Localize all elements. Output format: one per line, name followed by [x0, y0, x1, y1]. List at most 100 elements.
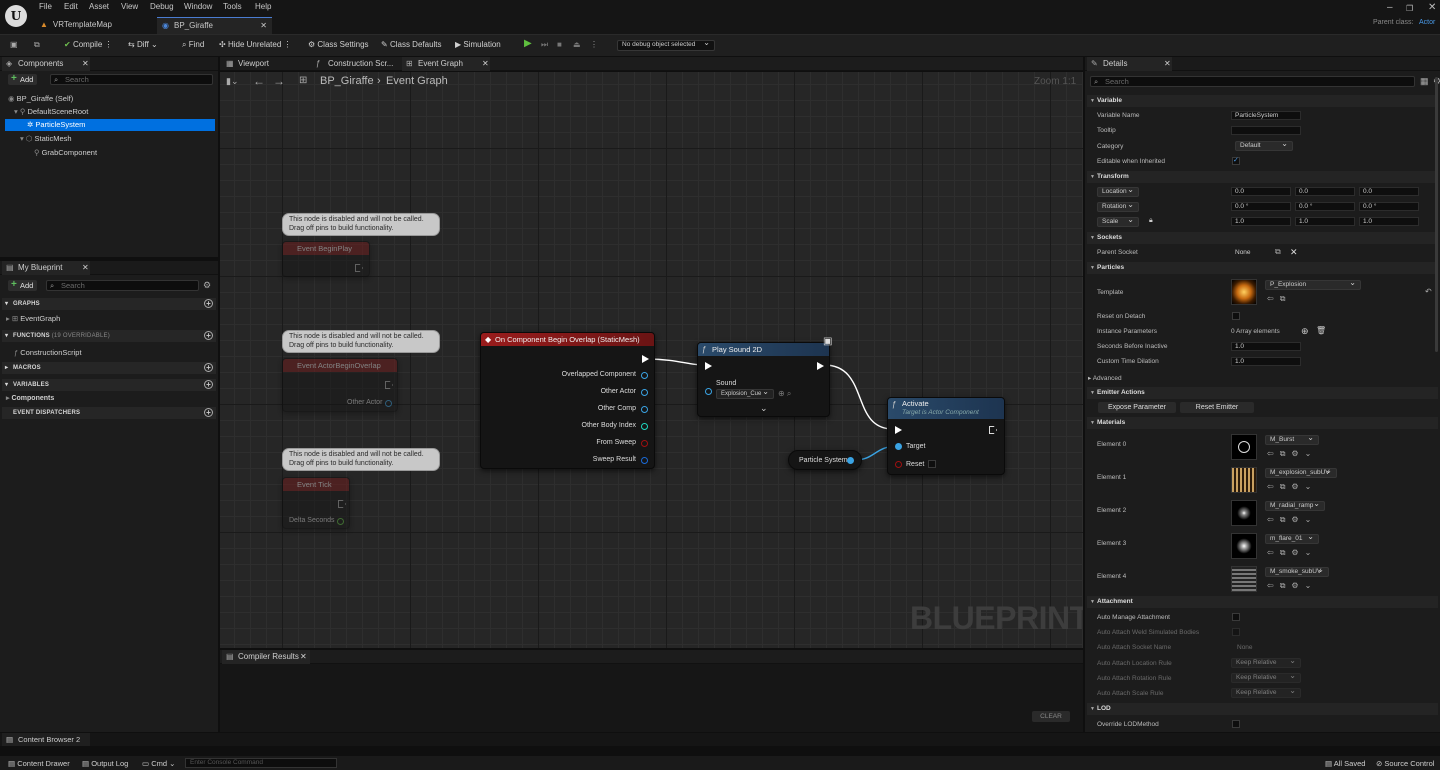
exec-out-pin[interactable]: [989, 426, 997, 434]
close-icon[interactable]: ✕: [82, 261, 89, 275]
tab-content-browser[interactable]: ▤ Content Browser 2: [2, 733, 90, 746]
section-event-dispatchers[interactable]: EVENT DISPATCHERS +: [2, 407, 216, 419]
more-icon[interactable]: ⋮: [590, 40, 598, 49]
my-blueprint-search-input[interactable]: ⌕ Search: [46, 280, 199, 291]
browse-icon[interactable]: ⊕ ⌕: [778, 389, 791, 399]
event-actor-begin-overlap-node[interactable]: Event ActorBeginOverlap Other Actor: [282, 358, 398, 412]
tab-bp-giraffe[interactable]: ◉ BP_Giraffe ✕: [157, 17, 272, 34]
exec-in-pin[interactable]: [895, 426, 902, 434]
menu-view[interactable]: View: [121, 2, 138, 11]
eject-icon[interactable]: ⏏: [573, 40, 581, 49]
find-button[interactable]: ⌕ Find: [182, 40, 204, 50]
asset-actions-icon[interactable]: ⇦⧉⚙⌄: [1267, 581, 1317, 591]
section-functions[interactable]: ▾ FUNCTIONS (19 OVERRIDABLE) +: [2, 330, 216, 342]
asset-actions-icon[interactable]: ⇦⧉⚙⌄: [1267, 548, 1317, 558]
int-pin[interactable]: [641, 423, 648, 430]
location-z[interactable]: 0.0: [1359, 187, 1419, 196]
exec-in-pin[interactable]: [705, 362, 712, 370]
template-select[interactable]: P_Explosion: [1265, 279, 1361, 290]
section-materials[interactable]: Materials: [1087, 417, 1438, 429]
custom-time-dilation-field[interactable]: 1.0: [1231, 357, 1301, 366]
bool-pin[interactable]: [895, 461, 902, 468]
tab-components[interactable]: ◈ Components ✕: [2, 57, 90, 71]
struct-pin[interactable]: [641, 457, 648, 464]
close-window-icon[interactable]: ✕: [1428, 2, 1436, 13]
material-thumbnail[interactable]: [1231, 434, 1257, 460]
menu-tools[interactable]: Tools: [223, 2, 242, 11]
close-icon[interactable]: ✕: [260, 18, 267, 33]
object-pin[interactable]: [641, 372, 648, 379]
section-sockets[interactable]: Sockets: [1087, 232, 1438, 244]
section-macros[interactable]: ▸ MACROS +: [2, 362, 216, 374]
asset-actions-icon[interactable]: ⇦⧉⚙⌄: [1267, 515, 1317, 525]
lock-icon[interactable]: 🔒︎: [1149, 217, 1153, 225]
location-x[interactable]: 0.0: [1231, 187, 1291, 196]
socket-browse-icon[interactable]: ⧉: [1275, 247, 1281, 257]
material-select[interactable]: M_Burst: [1265, 434, 1319, 445]
material-thumbnail[interactable]: [1231, 566, 1257, 592]
details-scrollbar[interactable]: [1435, 77, 1438, 352]
scale-z[interactable]: 1.0: [1359, 217, 1419, 226]
auto-attach-rotation-select[interactable]: Keep Relative: [1231, 672, 1301, 683]
auto-attach-scale-select[interactable]: Keep Relative: [1231, 687, 1301, 698]
section-lod[interactable]: LOD: [1087, 703, 1438, 715]
menu-asset[interactable]: Asset: [89, 2, 109, 11]
comment-bubble-icon[interactable]: ▣: [823, 336, 832, 347]
add-element-icon[interactable]: ⊕: [1301, 326, 1309, 337]
section-attachment[interactable]: Attachment: [1087, 596, 1438, 608]
reset-emitter-button[interactable]: Reset Emitter: [1180, 402, 1254, 413]
tree-item-particle-system[interactable]: ✲ ParticleSystem: [5, 119, 215, 131]
material-select[interactable]: m_flare_01: [1265, 533, 1319, 544]
location-select[interactable]: Location: [1097, 186, 1139, 197]
disabled-comment[interactable]: This node is disabled and will not be ca…: [282, 330, 440, 353]
seconds-before-inactive-field[interactable]: 1.0: [1231, 342, 1301, 351]
disabled-comment[interactable]: This node is disabled and will not be ca…: [282, 213, 440, 236]
tree-item-default-scene-root[interactable]: ▾ ⚲ DefaultSceneRoot: [14, 106, 88, 118]
reset-on-detach-checkbox[interactable]: [1232, 312, 1240, 320]
editable-checkbox[interactable]: ✓: [1232, 157, 1240, 165]
tab-my-blueprint[interactable]: ▤ My Blueprint ✕: [2, 261, 90, 275]
object-pin[interactable]: [385, 400, 392, 407]
details-search-input[interactable]: ⌕ Search: [1090, 76, 1415, 87]
close-icon[interactable]: ✕: [1164, 57, 1171, 71]
location-y[interactable]: 0.0: [1295, 187, 1355, 196]
rotation-select[interactable]: Rotation: [1097, 201, 1139, 212]
variable-name-field[interactable]: ParticleSystem: [1231, 111, 1301, 120]
tree-item-static-mesh[interactable]: ▾ ⬡ StaticMesh: [20, 133, 72, 145]
event-graph-canvas[interactable]: ▮⌄ ← → ⊞ BP_Giraffe › Event Graph Zoom 1…: [220, 72, 1083, 648]
gear-icon[interactable]: ⚙: [203, 280, 211, 291]
console-input[interactable]: Enter Console Command: [185, 758, 337, 768]
compile-button[interactable]: ✔ Compile ⋮: [64, 40, 113, 49]
override-lod-checkbox[interactable]: [1232, 720, 1240, 728]
cmd-select[interactable]: ▭ Cmd ⌄: [142, 759, 175, 768]
material-thumbnail[interactable]: [1231, 533, 1257, 559]
activate-node[interactable]: Activate Target is Actor Component ƒ Tar…: [887, 397, 1005, 475]
section-variable[interactable]: Variable: [1087, 95, 1438, 107]
asset-actions-icon[interactable]: ⇦⧉: [1267, 294, 1291, 304]
trash-icon[interactable]: 🗑︎: [1316, 326, 1326, 335]
class-defaults-button[interactable]: ✎ Class Defaults: [381, 40, 442, 49]
unreal-logo-icon[interactable]: U: [5, 5, 27, 27]
add-macro-icon[interactable]: +: [204, 363, 213, 372]
section-variables[interactable]: ▾ VARIABLES +: [2, 379, 216, 391]
tab-viewport[interactable]: ▦ Viewport: [222, 57, 310, 71]
material-thumbnail[interactable]: [1231, 500, 1257, 526]
debug-object-select[interactable]: No debug object selected: [617, 39, 715, 51]
auto-attach-location-select[interactable]: Keep Relative: [1231, 657, 1301, 668]
scale-y[interactable]: 1.0: [1295, 217, 1355, 226]
output-log-button[interactable]: ▤ Output Log: [82, 759, 128, 768]
tooltip-field[interactable]: [1231, 126, 1301, 135]
minimize-icon[interactable]: –: [1387, 2, 1393, 13]
menu-help[interactable]: Help: [255, 2, 271, 11]
rotation-y[interactable]: 0.0 °: [1295, 202, 1355, 211]
clear-icon[interactable]: ✕: [1290, 247, 1298, 258]
expose-parameter-button[interactable]: Expose Parameter: [1098, 402, 1176, 413]
components-search-input[interactable]: ⌕ Search: [50, 74, 213, 85]
tab-construction-script[interactable]: ƒ Construction Scr...: [312, 57, 400, 71]
object-pin[interactable]: [847, 457, 854, 464]
scale-x[interactable]: 1.0: [1231, 217, 1291, 226]
parent-socket-value[interactable]: None: [1231, 248, 1273, 257]
play-icon[interactable]: ▶: [524, 38, 532, 49]
exec-out-pin[interactable]: [642, 355, 649, 363]
section-transform[interactable]: Transform: [1087, 171, 1438, 183]
